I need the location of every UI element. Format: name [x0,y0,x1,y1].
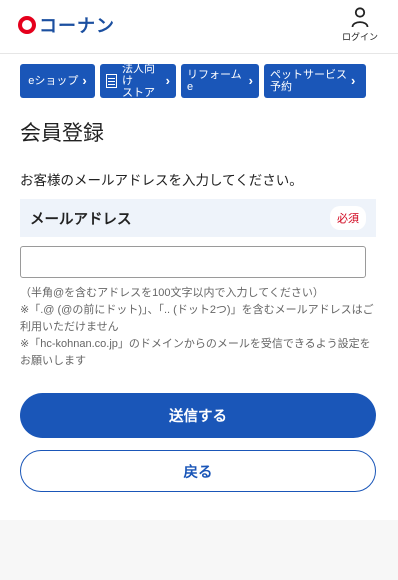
footer-area [0,520,398,580]
nav-corporate-label-line1: 法人向け [122,63,155,87]
login-button[interactable]: ログイン [342,6,378,46]
page-title: 会員登録 [20,122,104,145]
nav-pet-label-line2: 予約 [270,81,292,93]
logo-mark-icon [18,16,36,34]
note-line: ※「.@ (@の前にドット)」、「.. (ドット2つ)」を含むメールアドレスはご… [20,304,374,333]
logo[interactable]: コーナン [18,12,115,38]
nav-reform-label: リフォームe [187,69,242,93]
nav-eshop-label: eショップ [28,75,79,87]
email-field-label: メールアドレス [30,211,132,228]
note-line: ※「hc-kohnan.co.jp」のドメインからのメールを受信できるよう設定を… [20,338,371,367]
email-field[interactable] [20,246,366,278]
nav-corporate-label-line2: ストア [122,87,155,99]
email-notes: （半角@を含むアドレスを100文字以内で入力してください） ※「.@ (@の前に… [20,285,380,370]
required-badge: 必須 [330,206,366,230]
nav-eshop-button[interactable]: eショップ › [20,64,95,98]
chevron-right-icon: › [82,73,87,88]
login-label: ログイン [342,32,379,42]
nav-pet-label-line1: ペットサービス [270,69,347,81]
lead-text: お客様のメールアドレスを入力してください。 [20,173,303,188]
header: コーナン ログイン [0,0,398,54]
nav-corporate-store-button[interactable]: 法人向け ストア › [100,63,176,99]
chevron-right-icon: › [351,73,356,88]
note-line: （半角@を含むアドレスを100文字以内で入力してください） [20,287,324,299]
nav-reform-button[interactable]: リフォームe › [181,64,259,98]
logo-text: コーナン [39,16,115,37]
document-icon [106,74,117,88]
nav-pet-service-button[interactable]: ペットサービス 予約 › [264,64,366,98]
back-button[interactable]: 戻る [20,450,376,492]
chevron-right-icon: › [165,73,170,88]
page: コーナン ログイン eショップ › 法人向け ストア › リフォームe › ペッ… [0,0,398,580]
category-nav: eショップ › 法人向け ストア › リフォームe › ペットサービス 予約 › [20,63,376,99]
chevron-right-icon: › [248,73,253,88]
user-icon [351,7,369,28]
submit-button[interactable]: 送信する [20,393,376,438]
email-field-header: メールアドレス 必須 [20,199,376,237]
